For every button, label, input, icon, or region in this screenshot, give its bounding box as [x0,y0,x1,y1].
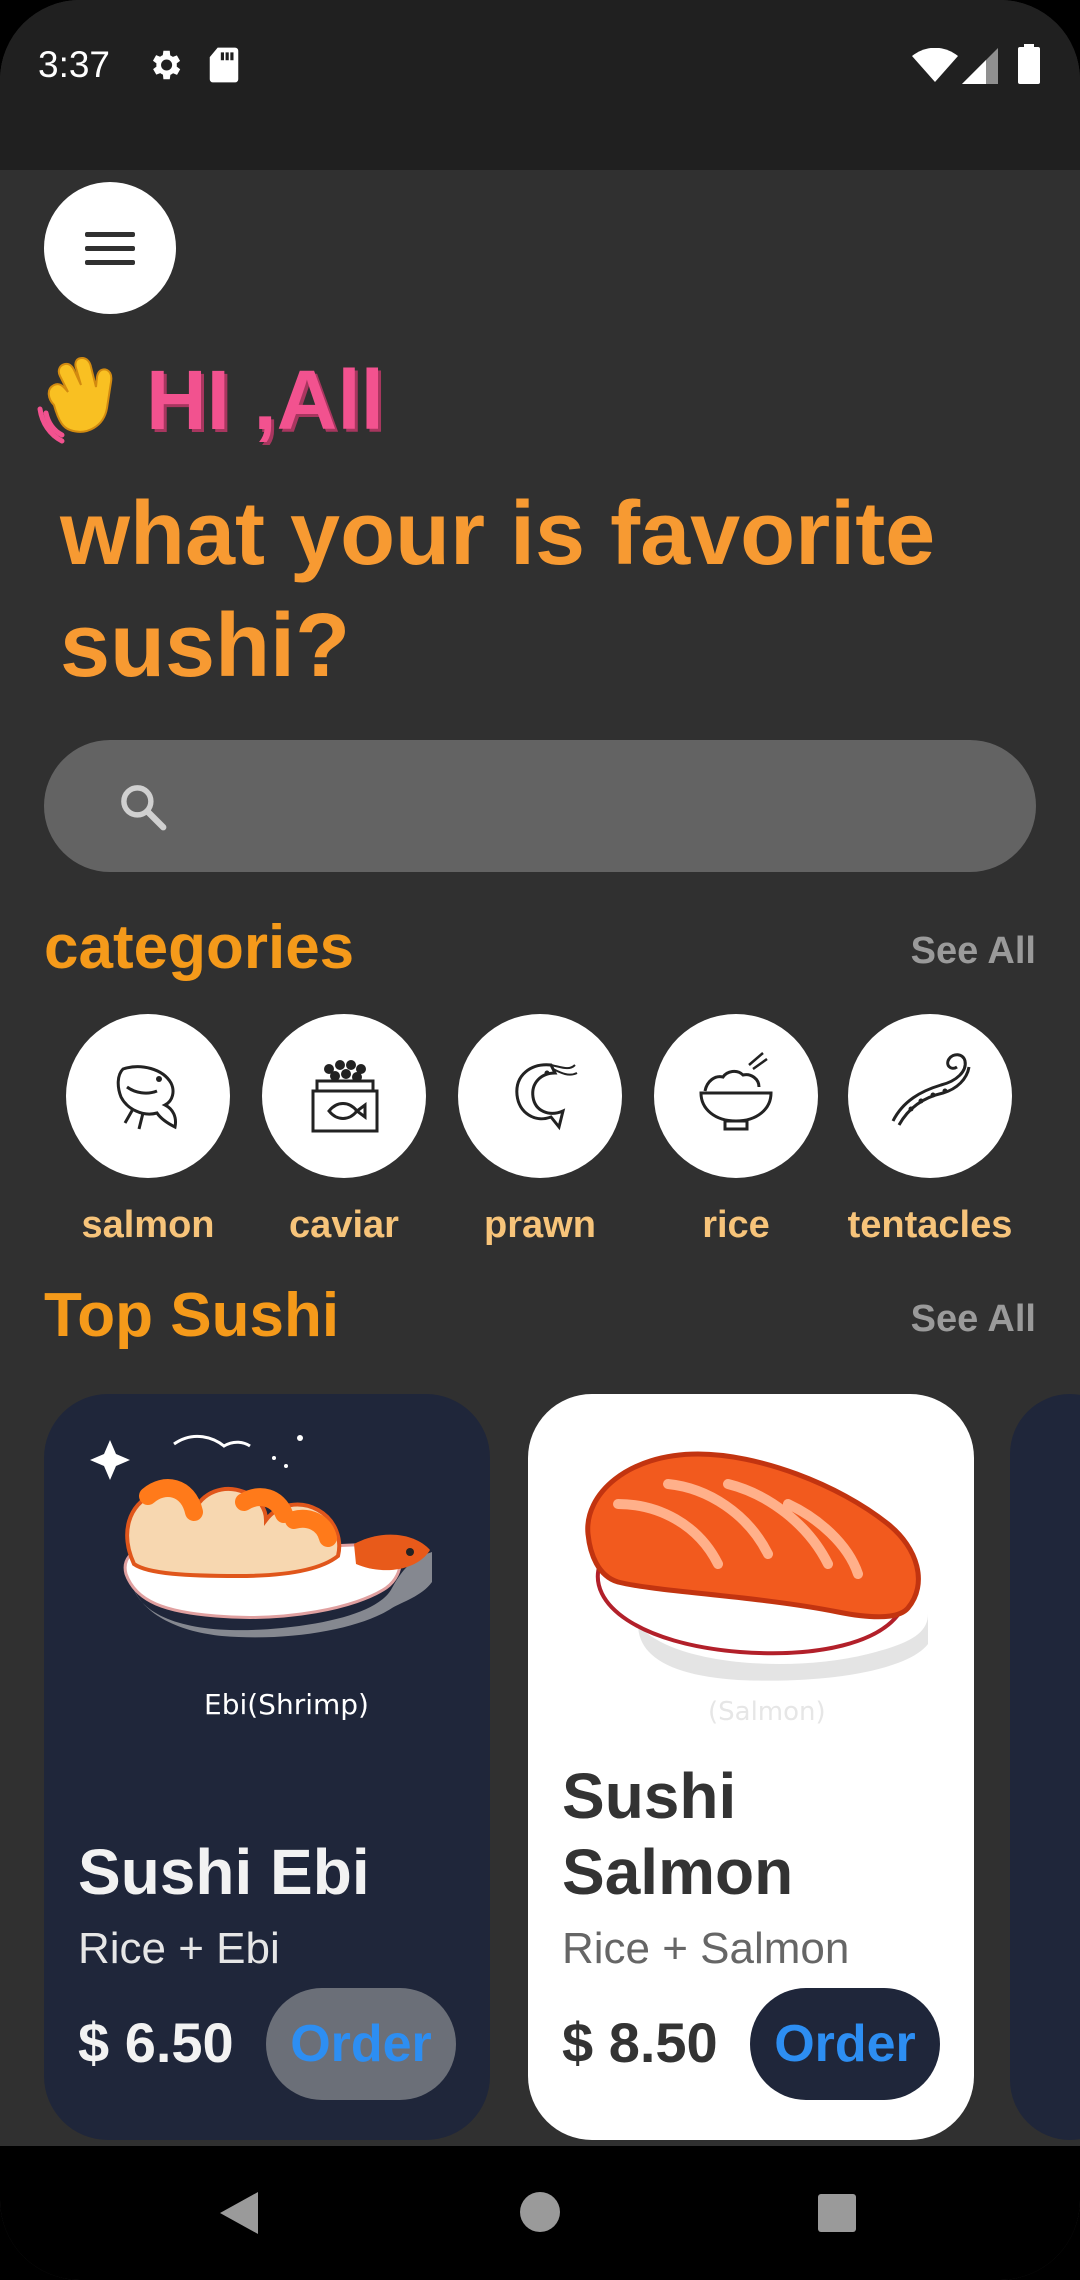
status-bar: 3:37 [0,0,1080,170]
home-icon[interactable] [518,2190,562,2234]
sushi-price: $ 8.50 [562,2011,718,2074]
category-label: caviar [289,1204,399,1246]
category-label: tentacles [847,1204,1013,1246]
sd-card-icon [209,47,239,83]
status-time: 3:37 [38,44,111,85]
app-screen: 3:37 HI ,All what your is favorite sushi… [0,0,1080,2280]
signal-icon [962,48,998,84]
salmon-art-caption: (Salmon) [708,1697,826,1727]
recents-icon[interactable] [816,2192,858,2234]
menu-button[interactable] [44,182,176,314]
greeting: HI ,All [36,352,384,449]
salmon-sushi-illustration: (Salmon) [585,1451,928,1727]
hamburger-icon [85,232,135,265]
category-label: prawn [484,1204,596,1246]
category-circle [262,1014,426,1178]
ebi-art-caption: Ebi(Shrimp) [204,1688,369,1721]
tentacle-icon [891,1053,971,1126]
sushi-name: Sushi Salmon [562,1760,794,1908]
fish-icon [116,1065,177,1130]
category-circle [458,1014,622,1178]
wifi-icon [912,48,958,82]
caviar-icon [311,1060,379,1133]
category-salmon[interactable]: salmon [58,1014,238,1247]
order-button[interactable]: Order [750,1988,940,2100]
category-circle [848,1014,1012,1178]
prawn-icon [515,1063,578,1131]
back-icon[interactable] [218,2190,260,2236]
order-button[interactable]: Order [266,1988,456,2100]
top-sushi-see-all-link[interactable]: See All [911,1298,1036,1341]
page-headline: what your is favorite sushi? [60,484,936,696]
system-nav-bar [0,2146,1080,2280]
greeting-text: HI ,All [146,353,385,447]
categories-title: categories [44,913,355,982]
category-label: rice [702,1204,770,1246]
category-label: salmon [81,1204,215,1246]
category-rice[interactable]: rice [646,1014,826,1247]
category-caviar[interactable]: caviar [254,1014,434,1247]
sushi-card-salmon[interactable]: (Salmon) Sushi Salmon Rice + Salmon $ 8.… [528,1394,974,2140]
top-sushi-title: Top Sushi [44,1281,340,1350]
search-bar[interactable] [44,740,1036,872]
category-circle [66,1014,230,1178]
battery-icon [1018,44,1040,84]
sushi-card-ebi[interactable]: Ebi(Shrimp) Sushi Ebi Rice + Ebi $ 6.50 … [44,1394,490,2140]
rice-bowl-icon [699,1052,773,1131]
settings-icon [152,50,181,80]
categories-see-all-link[interactable]: See All [911,930,1036,973]
category-prawn[interactable]: prawn [450,1014,630,1247]
sushi-card-partial[interactable] [1010,1394,1080,2140]
sushi-description: Rice + Ebi [78,1924,280,1973]
waving-hand-icon [37,356,113,443]
sushi-name: Sushi Ebi [78,1836,370,1908]
ebi-sushi-illustration: Ebi(Shrimp) [90,1434,432,1721]
search-icon [121,785,167,831]
category-tentacles[interactable]: tentacles [840,1014,1020,1247]
sushi-price: $ 6.50 [78,2011,234,2074]
category-circle [654,1014,818,1178]
search-input[interactable] [204,770,1008,842]
sushi-description: Rice + Salmon [562,1924,850,1973]
